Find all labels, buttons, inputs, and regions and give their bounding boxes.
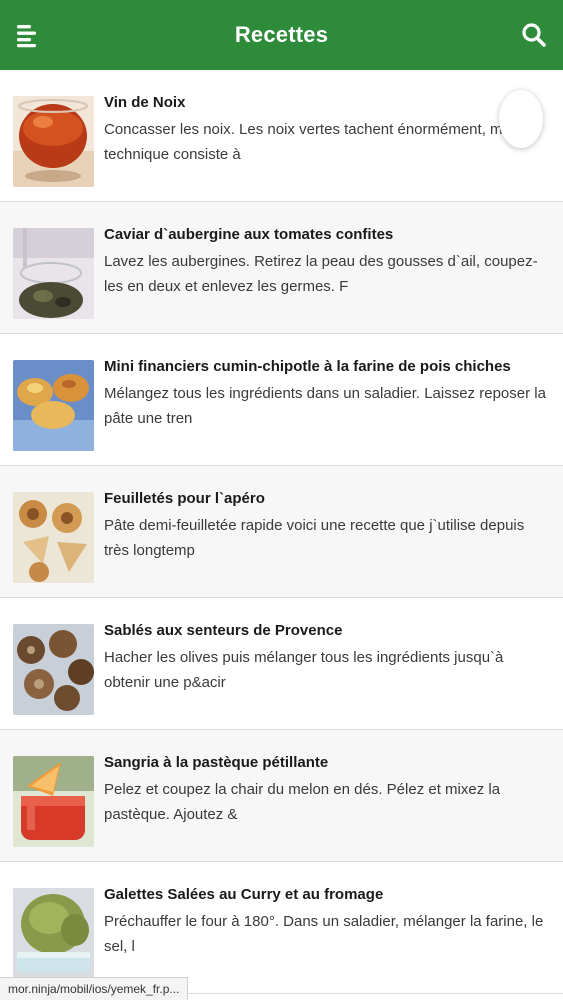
wine-glass-image [13, 96, 94, 187]
page-title: Recettes [234, 22, 329, 47]
sangria-image [13, 756, 94, 847]
recipe-title: Vin de Noix [104, 94, 186, 111]
recipe-description: Lavez les aubergines. Retirez la peau de… [104, 253, 538, 295]
recipe-item[interactable]: Vin de Noix Concasser les noix. Les noix… [0, 70, 563, 202]
recipe-description: Préchauffer le four à 180°. Dans un sala… [104, 913, 544, 955]
recipe-title: Galettes Salées au Curry et au fromage [104, 886, 384, 903]
recipe-item[interactable]: Sangria à la pastèque pétillante Pelez e… [0, 730, 563, 862]
floating-action-button[interactable] [499, 90, 543, 148]
recipe-item[interactable]: Feuilletés pour l`apéro Pâte demi-feuill… [0, 466, 563, 598]
galettes-image [13, 888, 94, 979]
recipe-list[interactable]: Vin de Noix Concasser les noix. Les noix… [0, 70, 563, 1000]
recipe-title: Mini financiers cumin-chipotle à la fari… [104, 358, 511, 375]
recipe-item[interactable]: Caviar d`aubergine aux tomates confites … [0, 202, 563, 334]
recipe-description: Hacher les olives puis mélanger tous les… [104, 649, 504, 691]
recipe-item[interactable]: Galettes Salées au Curry et au fromage P… [0, 862, 563, 994]
recipe-description: Pelez et coupez la chair du melon en dés… [104, 781, 501, 823]
shortbread-image [13, 624, 94, 715]
recipe-title: Caviar d`aubergine aux tomates confites [104, 226, 394, 243]
recipe-title: Sangria à la pastèque pétillante [104, 754, 329, 771]
recipe-item[interactable]: Sablés aux senteurs de Provence Hacher l… [0, 598, 563, 730]
recipe-description: Concasser les noix. Les noix vertes tach… [104, 121, 511, 163]
recipe-title: Feuilletés pour l`apéro [104, 490, 265, 507]
recipe-title: Sablés aux senteurs de Provence [104, 622, 343, 639]
app-bar: Recettes [0, 0, 563, 70]
recipe-item[interactable]: Mini financiers cumin-chipotle à la fari… [0, 334, 563, 466]
eggplant-caviar-image [13, 228, 94, 319]
search-icon[interactable] [519, 20, 549, 50]
recipe-description: Mélangez tous les ingrédients dans un sa… [104, 385, 546, 427]
financiers-image [13, 360, 94, 451]
recipe-description: Pâte demi-feuilletée rapide voici une re… [104, 517, 525, 559]
puff-pastry-image [13, 492, 94, 583]
link-preview-url: mor.ninja/mobil/ios/yemek_fr.p... [0, 977, 189, 1000]
